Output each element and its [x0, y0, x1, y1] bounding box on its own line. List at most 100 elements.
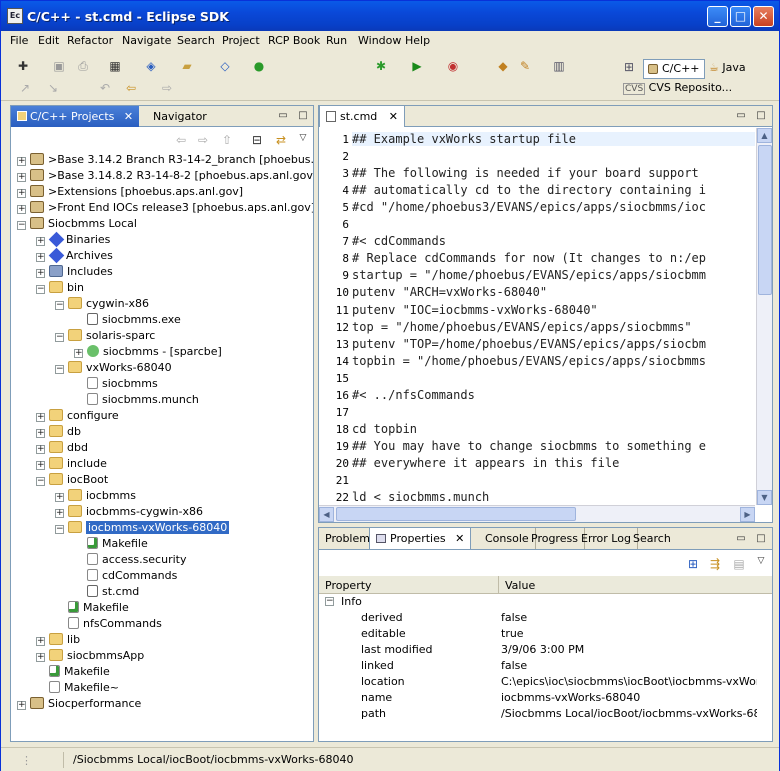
expand-icon[interactable]: + [17, 157, 26, 166]
scroll-thumb[interactable] [758, 145, 772, 295]
property-group-info[interactable]: − Info [321, 594, 770, 610]
tree-item[interactable]: Makefile~ [36, 680, 119, 696]
tree-item[interactable]: + >Base 3.14.8.2 R3-14-8-2 [phoebus.aps.a… [17, 168, 313, 184]
debug-icon[interactable]: ✱ [373, 58, 389, 74]
close-button[interactable]: ✕ [753, 6, 774, 27]
tree-item[interactable]: − Siocbmms Local [17, 216, 137, 232]
tree-item[interactable]: cdCommands [74, 568, 177, 584]
collapse-all-icon[interactable]: ⊟ [249, 132, 265, 148]
code-line[interactable]: topbin = "/home/phoebus/EVANS/epics/apps… [352, 354, 706, 368]
tree-item[interactable]: + siocbmms - [sparcbe] [74, 344, 222, 360]
minimize-editor-icon[interactable]: ▭ [733, 108, 749, 124]
open-perspective-icon[interactable]: ⊞ [621, 59, 637, 75]
menu-file[interactable]: File [10, 34, 28, 47]
tree-item[interactable]: + lib [36, 632, 80, 648]
tree-item[interactable]: − iocbmms-vxWorks-68040 [55, 520, 230, 536]
editor-vscroll[interactable]: ▲ ▼ [756, 128, 772, 505]
tree-item[interactable]: − vxWorks-68040 [55, 360, 172, 376]
tree-item[interactable]: + >Extensions [phoebus.aps.anl.gov] [17, 184, 243, 200]
save-icon[interactable]: ▣ [51, 58, 67, 74]
maximize-bottom-icon[interactable]: □ [753, 531, 769, 547]
tree-item[interactable]: Makefile [74, 536, 148, 552]
tree-item[interactable]: siocbmms.exe [74, 312, 181, 328]
scroll-down-icon[interactable]: ▼ [757, 490, 772, 505]
collapse-icon[interactable]: − [55, 365, 64, 374]
tree-item[interactable]: access.security [74, 552, 186, 568]
code-line[interactable]: ## automatically cd to the directory con… [352, 183, 706, 197]
collapse-icon[interactable]: − [36, 285, 45, 294]
expand-icon[interactable]: + [36, 445, 45, 454]
close-editor-icon[interactable]: ✕ [389, 110, 398, 123]
code-line[interactable]: ## The following is needed if your board… [352, 166, 699, 180]
maximize-button[interactable]: □ [730, 6, 751, 27]
menu-edit[interactable]: Edit [38, 34, 59, 47]
expand-icon[interactable]: + [74, 349, 83, 358]
menu-window[interactable]: Window [358, 34, 401, 47]
tree-item[interactable]: − solaris-sparc [55, 328, 155, 344]
property-row[interactable]: path/Siocbmms Local/iocBoot/iocbmms-vxWo… [321, 706, 770, 722]
tree-item[interactable]: + Siocperformance [17, 696, 141, 712]
tab-cpp-projects[interactable]: C/C++ Projects ✕ [11, 106, 140, 127]
minimize-bottom-icon[interactable]: ▭ [733, 531, 749, 547]
menu-refactor[interactable]: Refactor [67, 34, 113, 47]
view-up-icon[interactable]: ⇧ [219, 132, 235, 148]
search-icon[interactable]: ✎ [517, 58, 533, 74]
code-editor[interactable]: 1 ## Example vxWorks startup file 2 3 ## The… [319, 128, 772, 522]
code-line[interactable]: ## Example vxWorks startup file [352, 132, 755, 146]
code-line[interactable]: #cd "/home/phoebus3/EVANS/epics/apps/sio… [352, 200, 706, 214]
property-row[interactable]: derived false [321, 610, 770, 626]
property-row[interactable]: name iocbmms-vxWorks-68040 [321, 690, 770, 706]
run-icon[interactable]: ▶ [409, 58, 425, 74]
expand-icon[interactable]: + [36, 429, 45, 438]
code-line[interactable]: putenv "IOC=iocbmms-vxWorks-68040" [352, 303, 598, 317]
menu-navigate[interactable]: Navigate [122, 34, 171, 47]
tree-item[interactable]: + >Base 3.14.2 Branch R3-14-2_branch [pho… [17, 152, 313, 168]
tree-item[interactable]: − cygwin-x86 [55, 296, 149, 312]
minimize-view-icon[interactable]: ▭ [275, 108, 291, 124]
close-properties-icon[interactable]: ✕ [455, 532, 464, 545]
code-line[interactable]: ## You may have to change siocbmms to so… [352, 439, 706, 453]
expand-icon[interactable]: + [17, 205, 26, 214]
collapse-icon[interactable]: − [17, 221, 26, 230]
menu-run[interactable]: Run [326, 34, 347, 47]
tree-item[interactable]: st.cmd [74, 584, 139, 600]
property-row[interactable]: last modified 3/9/06 3:00 PM [321, 642, 770, 658]
view-forward-icon[interactable]: ⇨ [195, 132, 211, 148]
close-tab-icon[interactable]: ✕ [124, 110, 133, 123]
expand-icon[interactable]: + [36, 637, 45, 646]
menu-rcp-book[interactable]: RCP Book [268, 34, 320, 47]
expand-icon[interactable]: + [36, 237, 45, 246]
restore-default-icon[interactable]: ▤ [731, 556, 747, 572]
external-tools-icon[interactable]: ◉ [445, 58, 461, 74]
open-type-icon[interactable]: ◆ [495, 58, 511, 74]
forward-icon[interactable]: ⇨ [159, 80, 175, 96]
prev-annotation-icon[interactable]: ↗ [17, 80, 33, 96]
code-line[interactable]: top = "/home/phoebus/EVANS/epics/apps/si… [352, 320, 692, 334]
tree-item[interactable]: + iocbmms-cygwin-x86 [55, 504, 203, 520]
tab-search[interactable]: Search [627, 528, 677, 549]
tab-st-cmd[interactable]: st.cmd ✕ [319, 106, 406, 127]
back-icon[interactable]: ⇦ [123, 80, 139, 96]
code-line[interactable]: #< cdCommands [352, 234, 446, 248]
scroll-up-icon[interactable]: ▲ [757, 128, 772, 143]
view-back-icon[interactable]: ⇦ [173, 132, 189, 148]
toggle-icon[interactable]: ▥ [551, 58, 567, 74]
new-file-icon[interactable]: ◇ [217, 58, 233, 74]
code-line[interactable]: ## everywhere it appears in this file [352, 456, 619, 470]
tree-item[interactable]: + iocbmms [55, 488, 136, 504]
collapse-icon[interactable]: − [36, 477, 45, 486]
next-annotation-icon[interactable]: ↘ [45, 80, 61, 96]
perspective-java[interactable]: ☕ Java [709, 61, 746, 81]
tree-item[interactable]: Makefile [55, 600, 129, 616]
new-folder-icon[interactable]: ▰ [179, 58, 195, 74]
binary-icon[interactable]: ▦ [107, 58, 123, 74]
last-edit-icon[interactable]: ↶ [97, 80, 113, 96]
code-line[interactable]: # Replace cdCommands for now (It changes… [352, 251, 706, 265]
hscroll-thumb[interactable] [336, 507, 576, 521]
view-menu-icon[interactable]: ▽ [295, 130, 311, 146]
expand-icon[interactable]: + [36, 461, 45, 470]
tree-item[interactable]: + configure [36, 408, 119, 424]
new-class-icon[interactable]: ◈ [143, 58, 159, 74]
collapse-icon[interactable]: − [325, 597, 334, 606]
code-line[interactable]: putenv "TOP=/home/phoebus/EVANS/epics/ap… [352, 337, 706, 351]
